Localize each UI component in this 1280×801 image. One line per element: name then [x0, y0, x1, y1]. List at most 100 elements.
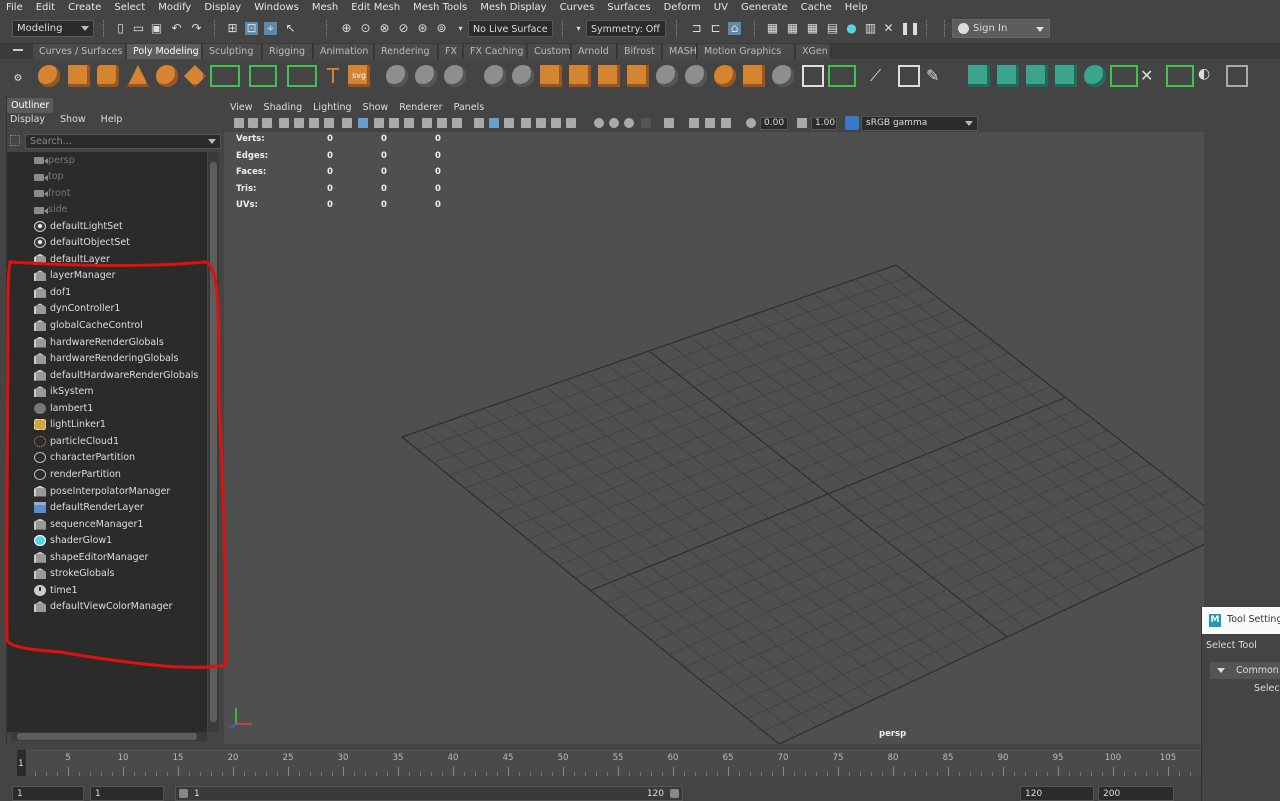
viewport-persp[interactable]: Verts: 0 0 0 Edges: 0 0 0 Faces: 0 0 0 Tris: 0 0 0 UVs: 0…: [224, 132, 1204, 744]
grid-icon[interactable]: [358, 118, 368, 128]
paint-tool-icon[interactable]: ✎: [926, 65, 948, 87]
color-management-icon[interactable]: [845, 116, 859, 130]
select-by-component-icon[interactable]: ⌖: [264, 22, 277, 35]
light-editor-icon[interactable]: ✕: [882, 22, 895, 35]
shelf-tab-rigging[interactable]: Rigging: [263, 44, 313, 59]
center-pivot-icon[interactable]: [444, 65, 466, 87]
wrinkle-icon[interactable]: [1166, 65, 1194, 87]
menu-select[interactable]: Select: [114, 2, 145, 13]
mode-selector[interactable]: Modeling: [12, 20, 94, 37]
snap-surface-icon[interactable]: ⊛: [416, 22, 429, 35]
proximity-wrap-icon[interactable]: [1226, 65, 1248, 87]
viewport-menu-renderer[interactable]: Renderer: [399, 102, 442, 113]
poly-cube-icon[interactable]: [68, 65, 90, 87]
grease-pencil-icon[interactable]: [342, 118, 352, 128]
outliner-item[interactable]: shapeEditorManager: [7, 549, 207, 565]
camera-attributes-icon[interactable]: [248, 118, 258, 128]
shelf-tab-sculpting[interactable]: Sculpting: [203, 44, 262, 59]
outliner-item[interactable]: lightLinker1: [7, 417, 207, 433]
outliner-item[interactable]: defaultObjectSet: [7, 235, 207, 251]
outliner-item[interactable]: side: [7, 202, 207, 218]
grease-pencil-icon[interactable]: [324, 118, 334, 128]
soft-mod-icon[interactable]: [968, 65, 990, 87]
outliner-item[interactable]: defaultHardwareRenderGlobals: [7, 367, 207, 383]
outliner-item[interactable]: lambert1: [7, 400, 207, 416]
animation-start-field[interactable]: 1: [12, 786, 84, 801]
menu-curves[interactable]: Curves: [560, 2, 595, 13]
select-by-object-icon[interactable]: ⊡: [245, 22, 258, 35]
playback-start-field[interactable]: 1: [90, 786, 164, 801]
svg-icon[interactable]: svg: [348, 65, 370, 87]
scroll-thumb[interactable]: [17, 733, 197, 740]
poly-cylinder-icon[interactable]: [97, 65, 119, 87]
live-surface-field[interactable]: No Live Surface: [468, 20, 553, 37]
outliner-horizontal-scrollbar[interactable]: [11, 732, 207, 741]
save-scene-icon[interactable]: ▣: [150, 22, 163, 35]
bridge-icon[interactable]: [569, 65, 591, 87]
poly-plane-icon[interactable]: [184, 65, 206, 87]
poly-sphere-icon[interactable]: [38, 65, 60, 87]
menu-surfaces[interactable]: Surfaces: [607, 2, 650, 13]
merge-icon[interactable]: [802, 65, 824, 87]
default-material-icon[interactable]: [504, 118, 514, 128]
menu-cache[interactable]: Cache: [801, 2, 832, 13]
view-transform-dropdown[interactable]: sRGB gamma: [861, 116, 978, 131]
menu-file[interactable]: File: [6, 2, 23, 13]
select-cursor-icon[interactable]: ↖: [284, 22, 297, 35]
outliner-menu-help[interactable]: Help: [98, 114, 123, 128]
outliner-item[interactable]: poseInterpolatorManager: [7, 483, 207, 499]
common-selection-section[interactable]: Common Selection Options: [1210, 662, 1280, 679]
snap-point-icon[interactable]: ⊗: [378, 22, 391, 35]
viewport-menu-view[interactable]: View: [230, 102, 253, 113]
snap-edge-icon[interactable]: ⊚: [435, 22, 448, 35]
outliner-item[interactable]: particleCloud1: [7, 433, 207, 449]
animation-end-field[interactable]: 200: [1098, 786, 1174, 801]
render-view-icon[interactable]: ▦: [766, 22, 779, 35]
viewport-menu-lighting[interactable]: Lighting: [313, 102, 351, 113]
insert-edge-loop-icon[interactable]: [743, 65, 765, 87]
hypershade-icon[interactable]: ●: [845, 22, 858, 35]
menu-mesh[interactable]: Mesh: [312, 2, 338, 13]
output-ops-icon[interactable]: ⊏: [709, 22, 722, 35]
outliner-item[interactable]: characterPartition: [7, 450, 207, 466]
outliner-item[interactable]: ikSystem: [7, 384, 207, 400]
time-ruler[interactable]: 5 10 15 20 25 30 35 40 45 50 55 60 65 70 75 80 85 90 95 100…: [17, 750, 1203, 776]
shelf-tab-xgen[interactable]: XGen: [796, 44, 831, 59]
flare-icon[interactable]: [1026, 65, 1048, 87]
viewport-menu-shading[interactable]: Shading: [264, 102, 303, 113]
super-shape-icon[interactable]: [287, 65, 317, 87]
twist-icon[interactable]: [1055, 65, 1077, 87]
outliner-item[interactable]: dof1: [7, 284, 207, 300]
shelf-tab-arnold[interactable]: Arnold: [572, 44, 617, 59]
shelf-tab-bifrost[interactable]: Bifrost: [618, 44, 662, 59]
outliner-item[interactable]: hardwareRenderGlobals: [7, 334, 207, 350]
shrink-wrap-icon[interactable]: ◐: [1198, 65, 1220, 87]
platonic-solid-icon[interactable]: [249, 65, 277, 87]
shadows-icon[interactable]: [566, 118, 576, 128]
shelf-settings-gear-icon[interactable]: ⚙: [8, 73, 28, 95]
chevron-down-icon[interactable]: ▾: [572, 22, 585, 35]
combine-icon[interactable]: [386, 65, 408, 87]
open-scene-icon[interactable]: ▭: [132, 22, 145, 35]
menu-mesh-tools[interactable]: Mesh Tools: [413, 2, 467, 13]
outliner-search-input[interactable]: Search...: [25, 134, 221, 149]
snap-view-icon[interactable]: ⊘: [397, 22, 410, 35]
outliner-item[interactable]: defaultLayer: [7, 251, 207, 267]
smooth-icon[interactable]: [484, 65, 506, 87]
undo-icon[interactable]: ↶: [170, 22, 183, 35]
ipr-render-icon[interactable]: ▦: [806, 22, 819, 35]
poly-cone-icon[interactable]: [127, 65, 149, 87]
viewport-menu-show[interactable]: Show: [363, 102, 389, 113]
wireframe-on-shaded-icon[interactable]: [521, 118, 531, 128]
render-setup-icon[interactable]: ▥: [864, 22, 877, 35]
smooth-shade-icon[interactable]: [489, 118, 499, 128]
outliner-tab[interactable]: Outliner: [7, 98, 53, 113]
playback-end-field[interactable]: 120: [1020, 786, 1094, 801]
outliner-item[interactable]: sequenceManager1: [7, 516, 207, 532]
uv-editor-icon[interactable]: [828, 65, 856, 87]
sculpt-brush-icon[interactable]: ⟋: [870, 65, 892, 87]
depth-of-field-icon[interactable]: [641, 118, 651, 128]
gate-mask-icon[interactable]: [404, 118, 414, 128]
safe-title-icon[interactable]: [452, 118, 462, 128]
menu-windows[interactable]: Windows: [254, 2, 299, 13]
